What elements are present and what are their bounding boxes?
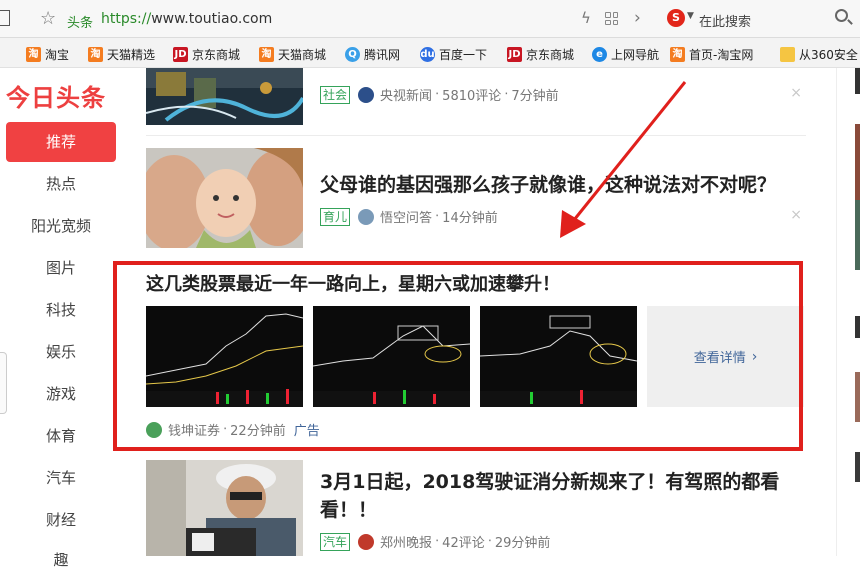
- channel-3[interactable]: 图片: [6, 248, 116, 288]
- news-source[interactable]: 央视新闻: [380, 85, 432, 104]
- side-scroll-handle[interactable]: [0, 352, 7, 414]
- right-sidebar-content: [855, 68, 860, 482]
- bookmark-item[interactable]: 淘天猫商城: [259, 45, 326, 63]
- bookmark-label: 淘宝: [45, 47, 70, 62]
- caret-down-icon[interactable]: ▼: [687, 11, 694, 21]
- highlight-box: [113, 261, 803, 451]
- news-source[interactable]: 郑州晚报: [380, 532, 432, 551]
- dislike-close-icon[interactable]: ×: [790, 85, 802, 101]
- police-license-image: [146, 460, 303, 556]
- baidu-icon: du: [420, 46, 435, 62]
- channel-9[interactable]: 财经: [6, 500, 116, 540]
- site-name: 头条: [67, 16, 94, 31]
- bookmark-label: 天猫精选: [107, 47, 156, 62]
- search-input[interactable]: 在此搜索: [699, 11, 751, 30]
- channel-6[interactable]: 游戏: [6, 374, 116, 414]
- jd-icon: JD: [507, 46, 522, 62]
- bookmark-item[interactable]: 淘淘宝: [26, 45, 69, 63]
- url-field[interactable]: https://www.toutiao.com: [101, 11, 272, 27]
- bookmarks-bar: 淘淘宝淘天猫精选 JD 京东商城淘天猫商城 Q 腾讯网 du 百度一下 JD 京东商城 e 上网导航…: [0, 38, 860, 68]
- jd-icon: JD: [173, 46, 188, 62]
- apps-grid-icon[interactable]: [605, 12, 618, 25]
- chevron-right-icon[interactable]: ›: [634, 8, 641, 28]
- address-bar: ☆ 头条 https://www.toutiao.com ϟ › S ▼ 在此搜…: [0, 0, 860, 38]
- parents-baby-image: [146, 148, 303, 248]
- url-scheme: https://: [101, 11, 152, 27]
- bookmark-label: 首页-淘宝网: [689, 47, 754, 62]
- source-avatar-icon: [358, 533, 375, 550]
- city-night-image: [146, 68, 303, 125]
- dislike-close-icon[interactable]: ×: [790, 207, 802, 223]
- publish-time: 7分钟前: [511, 89, 559, 104]
- news-title[interactable]: 父母谁的基因强那么孩子就像谁，这种说法对不对呢？: [320, 171, 800, 199]
- bookmark-item[interactable]: e 上网导航: [592, 45, 659, 63]
- taobao-icon: 淘: [670, 46, 685, 62]
- channel-2[interactable]: 阳光宽频: [6, 206, 116, 246]
- bookmark-item[interactable]: Q 腾讯网: [345, 45, 400, 63]
- channel-10[interactable]: 趣: [6, 540, 116, 580]
- channel-8[interactable]: 汽车: [6, 458, 116, 498]
- news-thumbnail[interactable]: [146, 68, 303, 125]
- url-host: www.toutiao.com: [151, 11, 273, 27]
- channel-0[interactable]: 推荐: [6, 122, 116, 162]
- bookmark-label: 京东商城: [526, 47, 575, 62]
- news-thumbnail[interactable]: [146, 148, 303, 248]
- bookmark-item[interactable]: JD 京东商城: [173, 45, 240, 63]
- right-sidebar: [836, 68, 860, 556]
- bookmark-item[interactable]: 淘天猫精选: [88, 45, 155, 63]
- bookmark-label: 腾讯网: [364, 47, 401, 62]
- search-icon[interactable]: [835, 9, 848, 22]
- nav-icon: e: [592, 46, 607, 62]
- bookmark-label: 天猫商城: [278, 47, 327, 62]
- bookmark-item[interactable]: 从360安全: [780, 45, 858, 63]
- channel-1[interactable]: 热点: [6, 164, 116, 204]
- site-logo[interactable]: 今日头条: [6, 78, 106, 113]
- bookmark-label: 百度一下: [439, 47, 488, 62]
- star-icon[interactable]: ☆: [40, 8, 56, 29]
- source-avatar-icon: [358, 208, 375, 225]
- news-thumbnail[interactable]: [146, 460, 303, 556]
- folder-icon: [780, 46, 795, 62]
- bookmark-item[interactable]: 淘首页-淘宝网: [670, 45, 753, 63]
- page-icon: [0, 10, 10, 26]
- category-tag[interactable]: 汽车: [320, 532, 351, 551]
- taobao-icon: 淘: [259, 46, 274, 62]
- lightning-icon[interactable]: ϟ: [581, 9, 591, 27]
- channel-5[interactable]: 娱乐: [6, 332, 116, 372]
- source-avatar-icon: [358, 86, 375, 103]
- news-title[interactable]: 3月1日起，2018驾驶证消分新规来了！有驾照的都看看！！: [320, 468, 800, 524]
- divider: [146, 135, 806, 136]
- news-meta: 社会 央视新闻 ⋅ 5810评论 ⋅ 7分钟前: [320, 85, 559, 104]
- publish-time: 29分钟前: [494, 536, 551, 551]
- taobao-icon: 淘: [26, 46, 41, 62]
- news-meta: 育儿 悟空问答 ⋅ 14分钟前: [320, 207, 498, 226]
- publish-time: 14分钟前: [442, 211, 498, 226]
- bookmark-label: 京东商城: [192, 47, 241, 62]
- bookmark-item[interactable]: du 百度一下: [420, 45, 487, 63]
- qq-icon: Q: [345, 46, 360, 62]
- comment-count[interactable]: 5810评论: [442, 85, 501, 104]
- news-meta: 汽车 郑州晚报 ⋅ 42评论 ⋅ 29分钟前: [320, 532, 550, 551]
- comment-count[interactable]: 42评论: [442, 532, 485, 551]
- bookmark-label: 上网导航: [611, 47, 660, 62]
- category-tag[interactable]: 社会: [320, 85, 351, 104]
- bookmark-item[interactable]: JD 京东商城: [507, 45, 574, 63]
- channel-7[interactable]: 体育: [6, 416, 116, 456]
- search-engine-icon[interactable]: S: [667, 9, 685, 27]
- news-source[interactable]: 悟空问答: [380, 207, 432, 226]
- taobao-icon: 淘: [88, 46, 103, 62]
- bookmark-label: 从360安全: [799, 47, 858, 62]
- category-tag[interactable]: 育儿: [320, 207, 351, 226]
- channel-4[interactable]: 科技: [6, 290, 116, 330]
